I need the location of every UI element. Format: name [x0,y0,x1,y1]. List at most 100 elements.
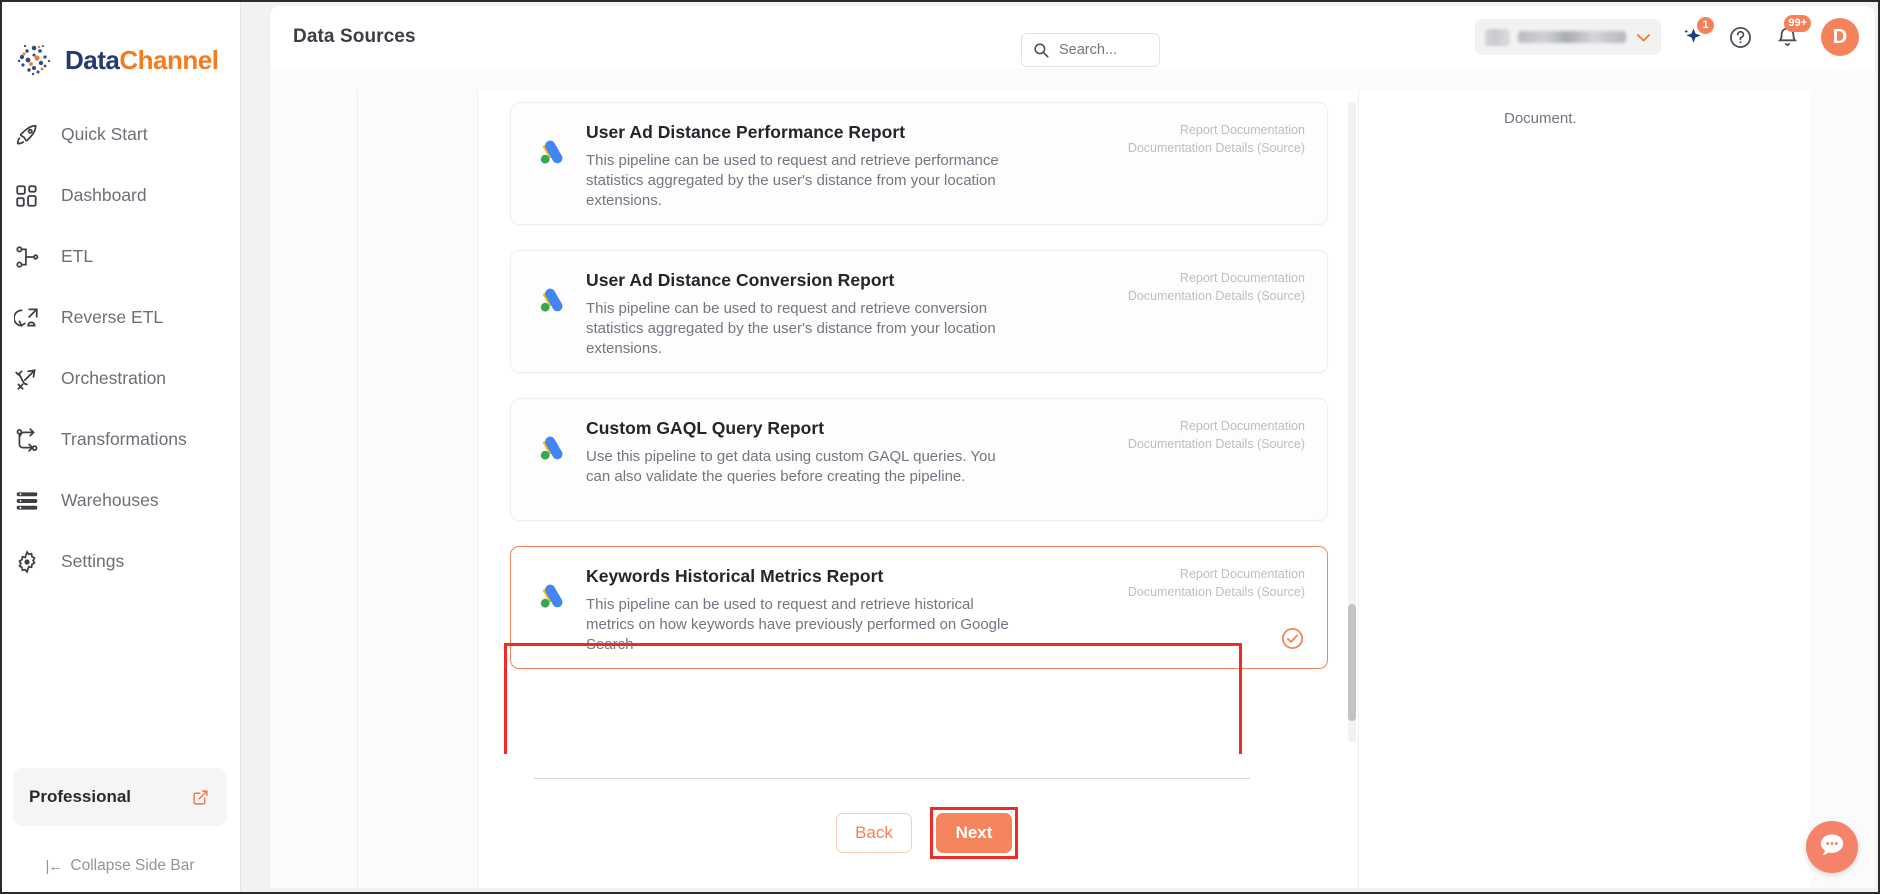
reverse-etl-icon [12,303,42,333]
report-card-description: This pipeline can be used to request and… [586,300,996,357]
gear-icon [12,547,42,577]
sidebar-item-label: Quick Start [61,124,148,144]
sidebar-item-reverse-etl[interactable]: Reverse ETL [0,287,240,348]
plan-badge[interactable]: Professional [13,768,227,826]
scrollbar-thumb[interactable] [1348,604,1356,721]
grid-icon [12,181,42,211]
brand-name-part2: Channel [119,44,219,75]
report-card-title: User Ad Distance Performance Report [586,122,906,142]
next-button-wrap: Next [930,807,1018,859]
rocket-icon [12,120,42,150]
report-card-body: Keywords Historical Metrics Report This … [586,565,1016,668]
report-card-title: Keywords Historical Metrics Report [586,566,884,586]
collapse-sidebar-button[interactable]: |← Collapse Side Bar [0,838,240,894]
report-card[interactable]: User Ad Distance Conversion Report This … [510,250,1328,373]
warehouse-stack-icon [12,486,42,516]
sidebar-item-warehouses[interactable]: Warehouses [0,470,240,531]
support-chat-button[interactable] [1806,821,1858,873]
avatar[interactable]: D [1821,18,1859,56]
report-documentation-link[interactable]: Report Documentation [1128,121,1305,139]
chat-bubble-icon [1817,830,1847,865]
content-area: User Ad Distance Performance Report This… [270,68,1875,888]
collapse-sidebar-label: Collapse Side Bar [70,857,195,874]
report-card-links: Report Documentation Documentation Detai… [1128,417,1305,453]
report-card-body: User Ad Distance Conversion Report This … [586,269,1016,372]
back-button[interactable]: Back [836,813,912,853]
wizard-buttons: Back Next [510,807,1328,859]
sidebar-nav: Quick Start Dashboard ETL Reverse ETL Or… [0,104,240,768]
sidebar-item-dashboard[interactable]: Dashboard [0,165,240,226]
sidebar-item-label: Reverse ETL [61,307,164,327]
plan-name: Professional [29,787,132,806]
sidebar-item-label: Orchestration [61,368,167,388]
sidebar-item-orchestration[interactable]: Orchestration [0,348,240,409]
documentation-details-link[interactable]: Documentation Details (Source) [1128,139,1305,157]
report-card-links: Report Documentation Documentation Detai… [1128,121,1305,157]
google-ads-icon [535,433,569,467]
google-ads-icon [535,137,569,171]
report-documentation-link[interactable]: Report Documentation [1128,565,1305,583]
transformations-icon [12,425,42,455]
check-circle-icon [1128,626,1305,651]
documentation-panel: Document. [1358,90,1811,888]
top-bar: Data Sources Search... 1 99+ D [270,6,1875,68]
report-card[interactable]: Custom GAQL Query Report Use this pipeli… [510,398,1328,521]
top-bar-actions: 1 99+ D [1475,6,1859,68]
sidebar: DataChannel Quick Start Dashboard ETL Re… [0,0,241,894]
sidebar-item-label: Warehouses [61,490,159,510]
brand-logo[interactable]: DataChannel [0,0,240,92]
report-card-description: This pipeline can be used to request and… [586,596,1009,653]
report-card-links: Report Documentation Documentation Detai… [1128,565,1305,651]
collapse-arrow-icon: |← [45,857,64,875]
report-documentation-link[interactable]: Report Documentation [1128,269,1305,287]
wizard-footer: Back Next [478,778,1358,859]
sidebar-item-settings[interactable]: Settings [0,531,240,592]
report-card-links: Report Documentation Documentation Detai… [1128,269,1305,305]
page-title: Data Sources [293,26,416,47]
report-card[interactable]: User Ad Distance Performance Report This… [510,102,1328,225]
help-button[interactable] [1725,22,1755,52]
google-ads-icon [535,581,569,615]
documentation-details-link[interactable]: Documentation Details (Source) [1128,435,1305,453]
wizard-left-rail [358,90,478,888]
documentation-text: Document. [1504,110,1577,127]
orchestration-icon [12,364,42,394]
chevron-down-icon[interactable] [1634,28,1653,47]
google-ads-icon [535,285,569,319]
sidebar-item-label: Settings [61,551,125,571]
search-box[interactable] [1021,33,1160,67]
notifications-button[interactable]: 99+ [1772,15,1811,52]
report-card-title: Custom GAQL Query Report [586,418,825,438]
documentation-details-link[interactable]: Documentation Details (Source) [1128,583,1305,601]
report-card-selected[interactable]: Keywords Historical Metrics Report This … [510,546,1328,669]
sidebar-item-transformations[interactable]: Transformations [0,409,240,470]
etl-flow-icon [12,242,42,272]
sidebar-item-label: Dashboard [61,185,147,205]
sidebar-item-label: Transformations [61,429,187,449]
notification-badge: 99+ [1784,15,1811,32]
sidebar-item-etl[interactable]: ETL [0,226,240,287]
ai-badge: 1 [1697,17,1714,34]
report-card-description: This pipeline can be used to request and… [586,152,999,209]
report-card-body: Custom GAQL Query Report Use this pipeli… [586,417,1016,520]
workspace-selector[interactable] [1475,19,1661,55]
footer-divider [534,778,1250,779]
ai-assistant-button[interactable]: 1 [1678,17,1714,52]
report-card-body: User Ad Distance Performance Report This… [586,121,1016,224]
datachannel-globe-icon [12,38,56,82]
list-scrollbar[interactable] [1348,102,1356,742]
brand-name-part1: Data [65,44,120,75]
sidebar-item-label: ETL [61,246,94,266]
app-window: DataChannel Quick Start Dashboard ETL Re… [0,0,1880,894]
report-card-title: User Ad Distance Conversion Report [586,270,895,290]
report-documentation-link[interactable]: Report Documentation [1128,417,1305,435]
next-button[interactable]: Next [936,813,1012,853]
report-list-column: User Ad Distance Performance Report This… [478,90,1358,888]
search-icon [1032,41,1050,59]
external-link-icon[interactable] [192,789,209,806]
report-card-description: Use this pipeline to get data using cust… [586,448,996,485]
documentation-details-link[interactable]: Documentation Details (Source) [1128,287,1305,305]
report-list-scroll: User Ad Distance Performance Report This… [478,90,1358,754]
search-input[interactable] [1059,42,1154,58]
sidebar-item-quick-start[interactable]: Quick Start [0,104,240,165]
